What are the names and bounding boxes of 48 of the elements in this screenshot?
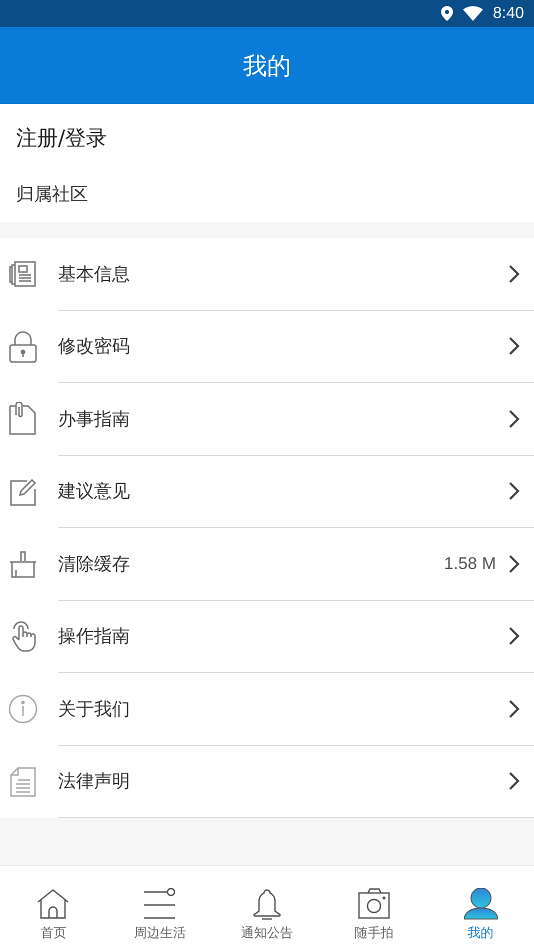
- menu-label: 办事指南: [58, 408, 131, 431]
- chevron-icon: [508, 626, 520, 646]
- chevron-icon: [508, 698, 520, 719]
- newspaper-icon: [8, 259, 38, 290]
- community-label: 归属社区: [16, 183, 88, 206]
- tab[interactable]: 周边生活: [106, 866, 214, 949]
- wifi-icon: [462, 6, 483, 21]
- tab[interactable]: 首页: [0, 866, 107, 949]
- menu-label: 清除缓存: [58, 552, 131, 576]
- chevron-icon: [508, 771, 520, 792]
- tab[interactable]: 通知公告: [214, 866, 320, 949]
- padlock-icon: [8, 330, 38, 363]
- menu-item[interactable]: 清除缓存 1.58 M: [0, 528, 534, 600]
- chevron-icon: [508, 481, 520, 502]
- menu-item[interactable]: 操作指南: [0, 600, 534, 673]
- chevron-icon: [508, 264, 520, 284]
- menu-item[interactable]: 基本信息: [0, 238, 534, 310]
- menu-label: 操作指南: [58, 625, 131, 648]
- lines-icon: [144, 888, 176, 920]
- menu-label: 建议意见: [58, 480, 131, 504]
- login-link[interactable]: 注册/登录: [16, 124, 108, 152]
- menu-item[interactable]: 关于我们: [0, 673, 534, 746]
- page-title: 我的: [243, 50, 291, 82]
- tab[interactable]: 随手拍: [320, 866, 428, 949]
- tab[interactable]: 我的: [427, 866, 534, 949]
- chevron-icon: [508, 408, 520, 429]
- menu-item[interactable]: 法律声明: [0, 746, 534, 818]
- bell-icon: [252, 888, 282, 920]
- menu-label: 关于我们: [58, 698, 131, 721]
- brush-icon: [8, 549, 38, 580]
- location-icon: [440, 6, 453, 21]
- clipped-document-icon: [8, 402, 38, 436]
- info-icon: [8, 694, 38, 724]
- document-icon: [9, 766, 37, 798]
- menu-item[interactable]: 办事指南: [0, 383, 534, 456]
- menu-label: 修改密码: [58, 335, 131, 358]
- menu-label: 法律声明: [58, 770, 131, 794]
- chevron-icon: [508, 554, 520, 574]
- menu-item[interactable]: 修改密码: [0, 310, 534, 383]
- chevron-icon: [508, 336, 520, 356]
- menu-item[interactable]: 建议意见: [0, 456, 534, 528]
- clock: 8:40: [492, 4, 524, 22]
- edit-icon: [9, 478, 37, 506]
- menu-label: 基本信息: [58, 262, 131, 286]
- person-icon: [464, 888, 498, 920]
- home-icon: [37, 888, 70, 920]
- camera-icon: [358, 888, 390, 920]
- cache-size: 1.58 M: [444, 554, 496, 574]
